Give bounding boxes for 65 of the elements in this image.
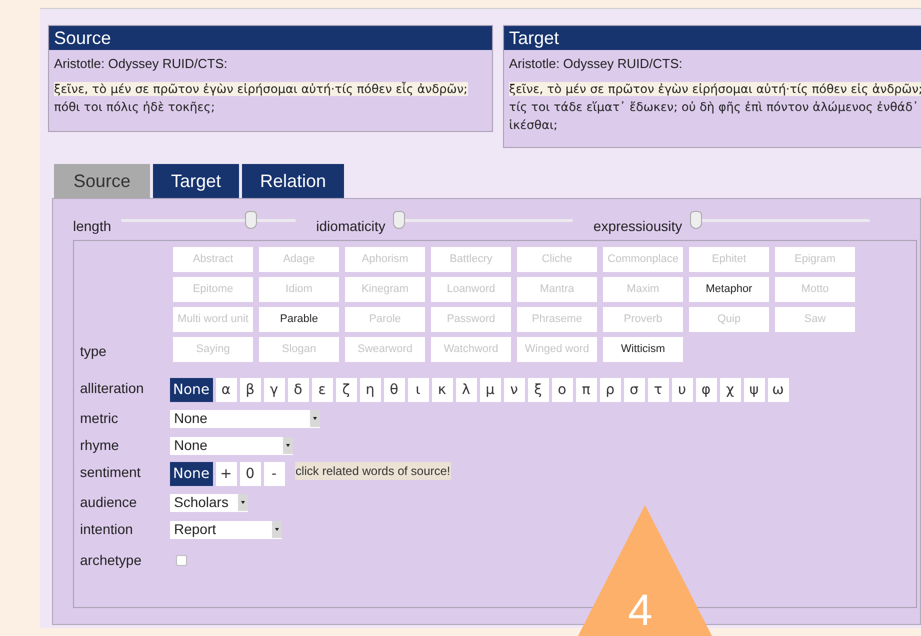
toggle-option[interactable]: ξ bbox=[528, 378, 549, 402]
toggle-option[interactable]: σ bbox=[624, 378, 645, 402]
field-label: intention bbox=[80, 520, 134, 539]
toggle-option[interactable]: υ bbox=[672, 378, 693, 402]
reference-text: Aristotle: Odyssey RUID/CTS: bbox=[53, 55, 228, 73]
tab[interactable]: Target bbox=[153, 164, 240, 198]
dropdown[interactable]: Scholars bbox=[170, 494, 248, 512]
dropdown[interactable]: None bbox=[170, 410, 320, 428]
field-label: alliteration bbox=[80, 379, 145, 398]
slider[interactable] bbox=[395, 211, 574, 231]
toggle-option[interactable]: + bbox=[216, 462, 237, 486]
dropdown[interactable]: None bbox=[170, 436, 293, 454]
tab[interactable]: Relation bbox=[242, 164, 344, 198]
toggle-option[interactable]: χ bbox=[720, 378, 741, 402]
slider-thumb[interactable] bbox=[392, 211, 405, 229]
toggle-option[interactable]: ν bbox=[504, 378, 525, 402]
slider[interactable] bbox=[121, 211, 296, 231]
reference-text: Aristotle: Odyssey RUID/CTS: bbox=[508, 55, 684, 73]
toggle-option[interactable]: π bbox=[576, 378, 597, 402]
slider-label: idiomaticity bbox=[316, 217, 386, 236]
field-label: archetype bbox=[80, 551, 142, 570]
toggle-option[interactable]: ε bbox=[312, 378, 333, 402]
toggle-option[interactable]: ω bbox=[768, 378, 789, 402]
type-option[interactable]: Metaphor bbox=[689, 277, 769, 302]
type-option[interactable]: Parable bbox=[259, 307, 339, 332]
toggle-option[interactable]: θ bbox=[384, 378, 405, 402]
slider[interactable] bbox=[692, 211, 870, 231]
type-option[interactable]: Witticism bbox=[603, 337, 683, 362]
toggle-option[interactable]: ψ bbox=[744, 378, 765, 402]
toggle-option[interactable]: η bbox=[360, 378, 381, 402]
toggle-option[interactable]: μ bbox=[480, 378, 501, 402]
field-label: audience bbox=[80, 493, 138, 512]
toggle-option[interactable]: δ bbox=[288, 378, 309, 402]
toggle-option[interactable]: - bbox=[264, 462, 285, 486]
tab[interactable]: Source bbox=[54, 164, 150, 198]
toggle-option[interactable]: None bbox=[170, 378, 213, 402]
toggle-option[interactable]: ρ bbox=[600, 378, 621, 402]
field-label: sentiment bbox=[80, 463, 142, 482]
toggle-option[interactable]: 0 bbox=[240, 462, 261, 486]
dropdown[interactable]: Report bbox=[170, 520, 282, 538]
toggle-option[interactable]: τ bbox=[648, 378, 669, 402]
field-label: type bbox=[80, 342, 108, 361]
toggle-option[interactable]: β bbox=[240, 378, 261, 402]
toggle-option[interactable]: κ bbox=[432, 378, 453, 402]
slider-label: length bbox=[73, 217, 112, 236]
slider-thumb[interactable] bbox=[690, 211, 702, 229]
toggle-option[interactable]: α bbox=[216, 378, 237, 402]
toggle-option[interactable]: φ bbox=[696, 378, 717, 402]
marker-number: 4 bbox=[628, 588, 652, 634]
field-label: metric bbox=[80, 409, 120, 428]
toggle-option[interactable]: None bbox=[170, 462, 213, 486]
toggle-option[interactable]: ο bbox=[552, 378, 573, 402]
panel-header: Source bbox=[49, 26, 492, 50]
field-label: rhyme bbox=[80, 436, 120, 455]
passage-text: ξεῖνε, τὸ μέν σε πρῶτον ἐγὼν εἰρήσομαι αὐτή·τίς πόθεν εἰς ἀνδρῶν; τίς τοι τάδε εἵματ᾽ ἔδωκεν; οὐ δὴ φῆς ἐπὶ πόντον ἀλώμενος ἐνθάδ᾽ ἱκέσθαι; bbox=[508, 80, 921, 134]
toggle-option[interactable]: γ bbox=[264, 378, 285, 402]
slider-thumb[interactable] bbox=[244, 211, 257, 229]
toggle-option[interactable]: ι bbox=[408, 378, 429, 402]
hint-text: click related words of source! bbox=[294, 462, 452, 480]
toggle-option[interactable]: ζ bbox=[336, 378, 357, 402]
checkbox[interactable] bbox=[176, 555, 187, 566]
toggle-option[interactable]: λ bbox=[456, 378, 477, 402]
panel-header: Target bbox=[504, 26, 921, 50]
passage-text: ξεῖνε, τὸ μέν σε πρῶτον ἐγὼν εἰρήσομαι αὐτή·τίς πόθεν εἶς ἀνδρῶν; πόθι τοι πόλις ἠδὲ τοκῆες; bbox=[53, 80, 469, 116]
slider-label: expressiousity bbox=[593, 217, 682, 236]
